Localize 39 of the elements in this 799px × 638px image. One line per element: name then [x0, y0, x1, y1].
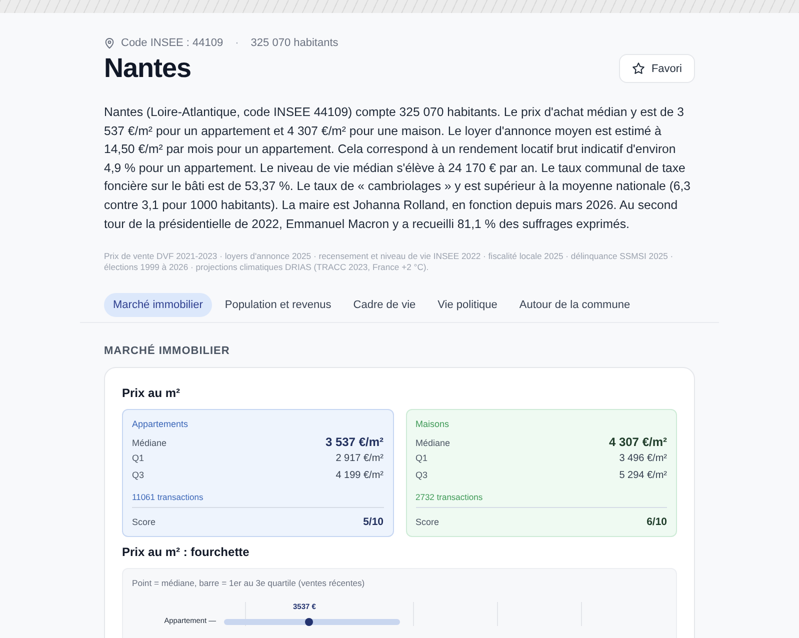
stat-label: Médiane [132, 438, 167, 448]
stat-value: 5 294 €/m² [619, 470, 667, 482]
card-heading: Prix au m² [122, 386, 182, 400]
stat-value: 2 917 €/m² [336, 452, 384, 464]
score-label: Score [416, 516, 440, 527]
stat-label: Médiane [416, 438, 450, 448]
city-title: Nantes [104, 52, 192, 85]
stat-value: 4 199 €/m² [336, 470, 384, 482]
score-value: 5/10 [363, 516, 384, 528]
score-value: 6/10 [646, 516, 667, 528]
favorite-button[interactable]: Favori [619, 54, 695, 83]
section-tab[interactable]: Population et revenus [216, 293, 340, 318]
stat-label: Q3 [132, 470, 144, 480]
stat-value: 3 537 €/m² [325, 435, 384, 450]
location-pin-icon [104, 38, 115, 48]
section-tab[interactable]: Vie politique [428, 293, 506, 318]
panel-title: Appartements [132, 419, 190, 430]
section-heading: MARCHÉ IMMOBILIER [104, 345, 231, 358]
section-tab[interactable]: Autour de la commune [510, 293, 640, 318]
median-dot [305, 618, 313, 626]
stat-label: Q3 [416, 470, 428, 480]
population-count: 325 070 habitants [250, 37, 338, 49]
score-label: Score [132, 516, 156, 527]
insee-code: Code INSEE : 44109 [121, 37, 224, 49]
transaction-count: 2732 transactions [416, 488, 667, 508]
section-tab[interactable]: Cadre de vie [344, 293, 425, 318]
chart-caption: Point = médiane, barre = 1er au 3e quartile (ventes récentes) [132, 578, 366, 588]
stat-label: Q1 [132, 452, 144, 463]
sources-note: Prix de vente DVF 2021-2023 · loyers d'annonce 2025 · recensement et niveau de vie INSEE 2022 · fiscalité locale 2025 · délinquance SSMSI 2025 · élections 1999 à 2026 · projections climatiques DRIAS (TRACC 2023, France +2 °C). [104, 251, 674, 274]
stat-value: 3 496 €/m² [619, 452, 667, 464]
stat-label: Q1 [416, 452, 428, 463]
panel-title: Maisons [416, 419, 450, 430]
card-heading: Prix au m² : fourchette [122, 544, 250, 559]
stat-value: 4 307 €/m² [608, 435, 667, 450]
separator-dot: · [235, 37, 239, 49]
section-tab[interactable]: Marché immobilier [104, 293, 212, 318]
summary-paragraph: Nantes (Loire-Atlantique, code INSEE 44109) compte 325 070 habitants. Le prix d'achat médian y est de 3 537 €/m² pour un appartement et 4 307 €/m² pour une maison. Le loyer d'annonce moyen est estimé à 14,50 €/m² par mois pour un appartement. Cela correspond à un rendement locatif brut indicatif d'environ 4,9 % pour un appartement. Le niveau de vie médian s'élève à 24 170 € par an. Le taux communal de taxe foncière sur le bâti est de 53,37 %. Le taux de « cambriolages » y est supérieur à la moyenne nationale (6,3 contre 3,1 pour 1000 habitants). La maire est Johanna Rolland, en fonction depuis mars 2026. Au second tour de la présidentielle de 2022, Emmanuel Macron y a recueilli 81,1 % des suffrages exprimés. [104, 104, 692, 233]
star-icon [632, 62, 646, 75]
transaction-count: 11061 transactions [132, 488, 384, 508]
